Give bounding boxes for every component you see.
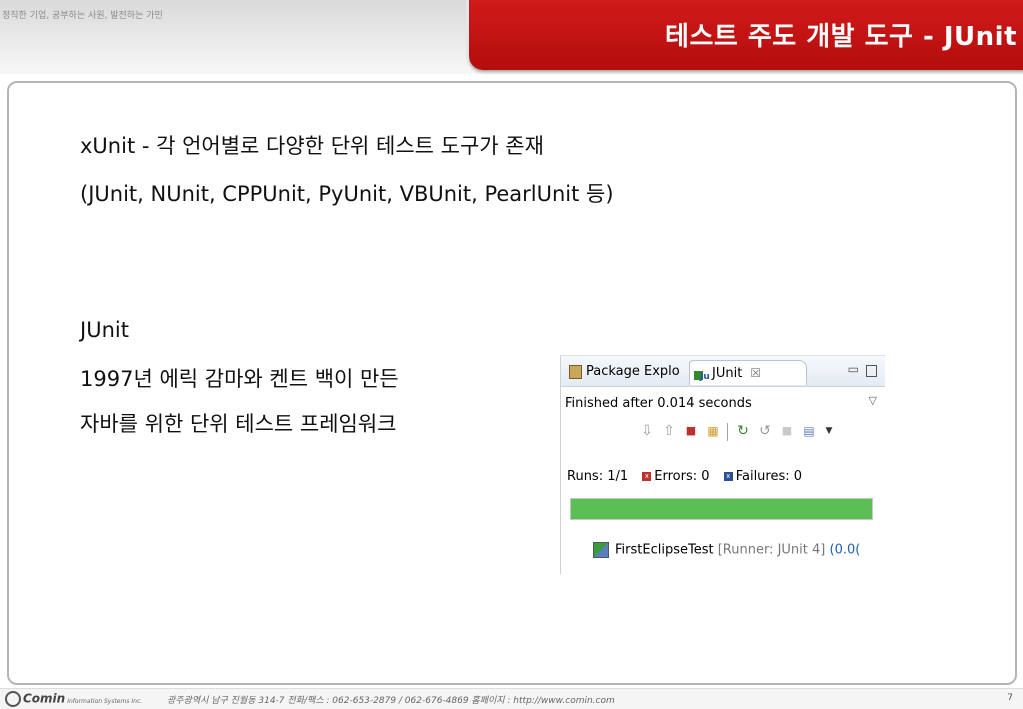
slide-title: 테스트 주도 개발 도구 - JUnit xyxy=(665,22,1017,52)
runs-value: 1/1 xyxy=(607,469,629,484)
toolbar-separator xyxy=(727,423,728,441)
previous-failure-icon[interactable]: ⇧ xyxy=(661,423,677,439)
tab-junit-label: JUnit xyxy=(712,366,743,381)
text-line-junit-heading: JUnit xyxy=(80,318,129,342)
scroll-lock-icon[interactable]: ▦ xyxy=(705,423,721,439)
company-logo: Comin Information Systems Inc. xyxy=(5,691,142,707)
logo-subtext: Information Systems Inc. xyxy=(67,697,143,705)
test-run-status: Finished after 0.014 seconds xyxy=(565,396,752,411)
text-line-xunit-list: (JUnit, NUnit, CPPUnit, PyUnit, VBUnit, … xyxy=(80,182,614,206)
test-counts: Runs: 1/1 x Errors: 0 x Failures: 0 xyxy=(567,469,802,484)
text-line-junit-description: 자바를 위한 단위 테스트 프레임워크 xyxy=(80,412,397,436)
minimize-view-icon[interactable]: ▭ xyxy=(848,362,859,376)
test-progress-bar xyxy=(570,498,873,520)
logo-text: Comin xyxy=(23,691,66,706)
errors-label: Errors: xyxy=(654,469,698,484)
junit-icon xyxy=(694,365,710,389)
company-address: 광주광역시 남구 진월동 314-7 전화/팩스 : 062-653-2879 … xyxy=(167,696,615,706)
error-icon: x xyxy=(642,472,652,481)
stop-icon[interactable]: ■ xyxy=(779,423,795,439)
failure-icon: x xyxy=(723,472,733,481)
chevron-down-icon[interactable]: ▼ xyxy=(821,423,837,439)
history-icon[interactable]: ▤ xyxy=(801,423,817,439)
tab-package-explorer-label: Package Explo xyxy=(586,364,680,379)
slide-header: 정직한 기업, 공부하는 사원, 발전하는 가민 테스트 주도 개발 도구 - … xyxy=(0,0,1023,74)
errors-value: 0 xyxy=(701,469,710,484)
text-line-xunit: xUnit - 각 언어별로 다양한 단위 테스트 도구가 존재 xyxy=(80,134,544,158)
rerun-test-icon[interactable]: ↻ xyxy=(735,423,751,439)
company-tagline: 정직한 기업, 공부하는 사원, 발전하는 가민 xyxy=(2,11,163,21)
close-tab-icon[interactable]: ☒ xyxy=(750,366,761,380)
text-line-junit-history: 1997년 에릭 감마와 켄트 백이 만든 xyxy=(80,367,399,391)
runs-label: Runs: xyxy=(567,469,604,484)
tab-package-explorer[interactable]: Package Explo xyxy=(565,360,695,384)
tab-junit[interactable]: JUnit ☒ xyxy=(689,360,807,389)
page-number: 7 xyxy=(1007,693,1013,703)
test-duration: (0.0( xyxy=(829,542,861,558)
failures-value: 0 xyxy=(793,469,803,484)
rerun-failed-first-icon[interactable]: ↺ xyxy=(757,423,773,439)
slide-footer: Comin Information Systems Inc. 광주광역시 남구 진… xyxy=(0,688,1023,709)
next-failure-icon[interactable]: ⇩ xyxy=(639,423,655,439)
logo-mark-icon xyxy=(5,691,21,707)
failures-label: Failures: xyxy=(735,469,790,484)
runner-label: [Runner: JUnit 4] xyxy=(717,542,826,558)
maximize-view-icon[interactable] xyxy=(866,365,877,377)
package-explorer-icon xyxy=(569,364,582,379)
show-failures-only-icon[interactable]: ■ xyxy=(683,423,699,439)
test-tree-item[interactable]: FirstEclipseTest [Runner: JUnit 4] (0.0( xyxy=(593,542,860,558)
test-suite-icon xyxy=(593,542,609,558)
title-banner: 테스트 주도 개발 도구 - JUnit xyxy=(466,0,1023,70)
test-class-name: FirstEclipseTest xyxy=(615,542,714,558)
view-tab-bar: Package Explo JUnit ☒ ▭ xyxy=(561,356,885,389)
view-menu-icon[interactable]: ▽ xyxy=(869,394,877,407)
eclipse-junit-panel: Package Explo JUnit ☒ ▭ Finished after 0.… xyxy=(560,355,885,574)
